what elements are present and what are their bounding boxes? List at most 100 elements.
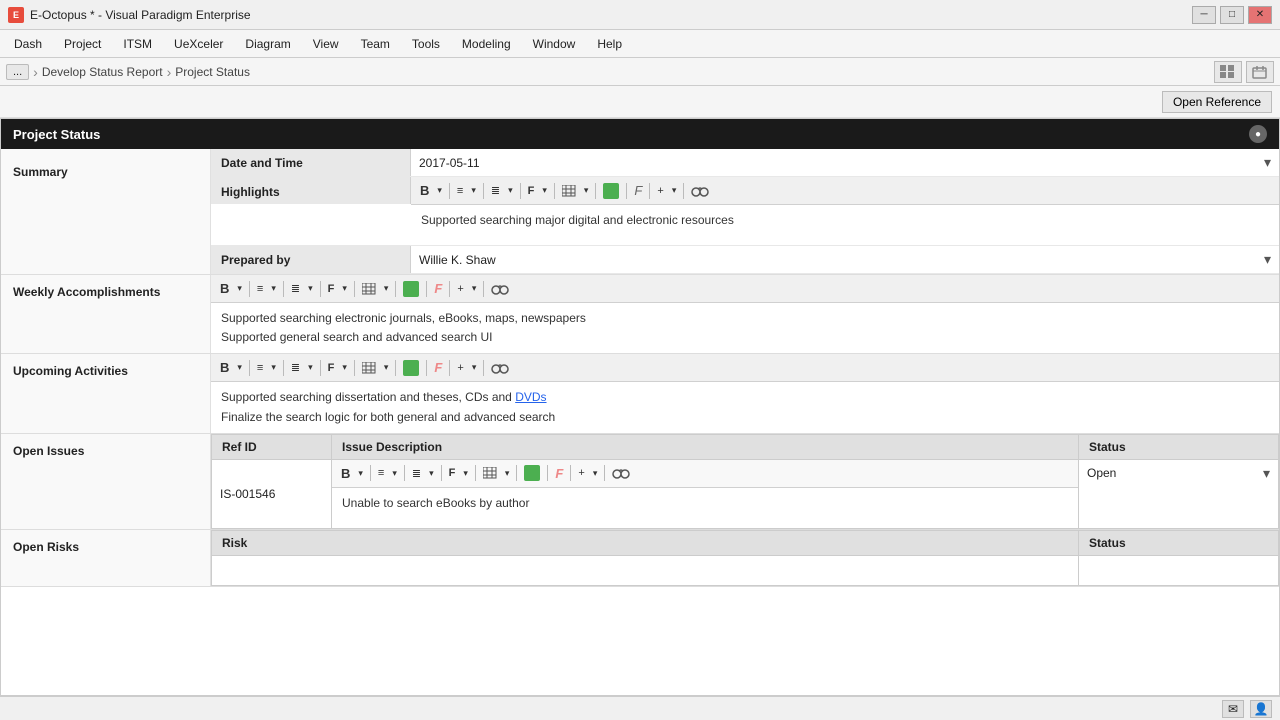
menu-team[interactable]: Team bbox=[351, 34, 400, 54]
wa-bold-arrow[interactable]: ▾ bbox=[234, 282, 245, 295]
font-arrow[interactable]: ▾ bbox=[539, 184, 550, 197]
menu-tools[interactable]: Tools bbox=[402, 34, 450, 54]
bold-arrow[interactable]: ▾ bbox=[434, 184, 445, 197]
table-arrow[interactable]: ▾ bbox=[581, 184, 592, 197]
issue-desc-body[interactable]: Unable to search eBooks by author bbox=[332, 488, 1078, 528]
iss-bold-arrow[interactable]: ▾ bbox=[355, 467, 366, 480]
grid-view-button[interactable] bbox=[1214, 61, 1242, 83]
ua-align-button[interactable]: ≡ bbox=[254, 361, 266, 375]
wa-binocs-button[interactable] bbox=[488, 281, 512, 297]
calendar-view-button[interactable] bbox=[1246, 61, 1274, 83]
minimize-button[interactable]: ─ bbox=[1192, 6, 1216, 24]
ua-bold-arrow[interactable]: ▾ bbox=[234, 361, 245, 374]
ua-italic-f-button[interactable]: F bbox=[431, 359, 445, 376]
menu-diagram[interactable]: Diagram bbox=[235, 34, 300, 54]
wa-table-arrow[interactable]: ▾ bbox=[381, 282, 392, 295]
iss-plus-arrow[interactable]: ▾ bbox=[590, 467, 601, 480]
menu-itsm[interactable]: ITSM bbox=[113, 34, 162, 54]
iss-green-button[interactable] bbox=[521, 464, 543, 482]
wa-align-button[interactable]: ≡ bbox=[254, 282, 266, 296]
menu-help[interactable]: Help bbox=[587, 34, 632, 54]
wa-bold-button[interactable]: B bbox=[217, 280, 232, 297]
ua-binocs-button[interactable] bbox=[488, 360, 512, 376]
wa-plus-button[interactable]: + bbox=[454, 282, 466, 296]
menu-uexceler[interactable]: UeXceler bbox=[164, 34, 233, 54]
wa-align-arrow[interactable]: ▾ bbox=[268, 282, 279, 295]
ua-font-button[interactable]: F bbox=[325, 361, 338, 375]
iss-table-button[interactable] bbox=[480, 466, 500, 480]
ua-sep5 bbox=[395, 360, 396, 376]
align-button[interactable]: ≡ bbox=[454, 184, 466, 198]
iss-plus-button[interactable]: + bbox=[575, 466, 587, 480]
section-settings-icon[interactable]: ● bbox=[1249, 125, 1267, 143]
ua-plus-arrow[interactable]: ▾ bbox=[469, 361, 480, 374]
ua-table-arrow[interactable]: ▾ bbox=[381, 361, 392, 374]
green-icon-button[interactable] bbox=[600, 182, 622, 200]
list-arrow[interactable]: ▾ bbox=[505, 184, 516, 197]
menu-project[interactable]: Project bbox=[54, 34, 111, 54]
issues-status-arrow[interactable]: ▾ bbox=[1263, 465, 1270, 482]
wa-green-button[interactable] bbox=[400, 280, 422, 298]
user-icon[interactable]: 👤 bbox=[1250, 700, 1272, 718]
iss-italic-f-button[interactable]: F bbox=[552, 465, 566, 482]
iss-binocs-button[interactable] bbox=[609, 465, 633, 481]
date-time-arrow[interactable]: ▾ bbox=[1264, 154, 1271, 171]
ua-green-button[interactable] bbox=[400, 359, 422, 377]
iss-align-arrow[interactable]: ▾ bbox=[389, 467, 400, 480]
plus-arrow[interactable]: ▾ bbox=[669, 184, 680, 197]
ua-plus-button[interactable]: + bbox=[454, 361, 466, 375]
iss-table-arrow[interactable]: ▾ bbox=[502, 467, 513, 480]
wa-plus-arrow[interactable]: ▾ bbox=[469, 282, 480, 295]
ua-list-arrow[interactable]: ▾ bbox=[305, 361, 316, 374]
breadcrumb-more-button[interactable]: ... bbox=[6, 64, 29, 80]
window-controls[interactable]: ─ □ ✕ bbox=[1192, 6, 1272, 24]
main-content[interactable]: Project Status ● Summary Date and Time 2… bbox=[0, 118, 1280, 696]
wa-sep4 bbox=[354, 281, 355, 297]
prepared-by-arrow[interactable]: ▾ bbox=[1264, 251, 1271, 268]
wa-list-button[interactable]: ≣ bbox=[288, 281, 303, 296]
close-button[interactable]: ✕ bbox=[1248, 6, 1272, 24]
wa-italic-f-button[interactable]: F bbox=[431, 280, 445, 297]
weekly-body[interactable]: Supported searching electronic journals,… bbox=[211, 303, 1279, 353]
maximize-button[interactable]: □ bbox=[1220, 6, 1244, 24]
upcoming-body[interactable]: Supported searching dissertation and the… bbox=[211, 382, 1279, 432]
dvds-link[interactable]: DVDs bbox=[515, 390, 546, 404]
breadcrumb-project-status[interactable]: Project Status bbox=[175, 65, 250, 79]
wa-list-arrow[interactable]: ▾ bbox=[305, 282, 316, 295]
wa-font-button[interactable]: F bbox=[325, 282, 338, 296]
list-button[interactable]: ≣ bbox=[488, 183, 503, 198]
wa-table-button[interactable] bbox=[359, 282, 379, 296]
ua-font-arrow[interactable]: ▾ bbox=[339, 361, 350, 374]
ua-align-arrow[interactable]: ▾ bbox=[268, 361, 279, 374]
highlights-body[interactable]: Supported searching major digital and el… bbox=[411, 205, 1279, 245]
prepared-by-value[interactable]: Willie K. Shaw ▾ bbox=[411, 246, 1279, 273]
date-time-value[interactable]: 2017-05-11 ▾ bbox=[411, 149, 1279, 176]
mail-icon[interactable]: ✉ bbox=[1222, 700, 1244, 718]
iss-align-button[interactable]: ≡ bbox=[375, 466, 387, 480]
menu-dash[interactable]: Dash bbox=[4, 34, 52, 54]
binocs-button[interactable] bbox=[688, 183, 712, 199]
iss-list-button[interactable]: ≣ bbox=[409, 466, 424, 481]
ua-table-button[interactable] bbox=[359, 361, 379, 375]
font-button[interactable]: F bbox=[525, 184, 538, 198]
menu-modeling[interactable]: Modeling bbox=[452, 34, 521, 54]
highlights-text: Supported searching major digital and el… bbox=[421, 211, 1269, 230]
iss-font-arrow[interactable]: ▾ bbox=[460, 467, 471, 480]
menu-view[interactable]: View bbox=[303, 34, 349, 54]
plus-button[interactable]: + bbox=[654, 184, 666, 198]
iss-list-arrow[interactable]: ▾ bbox=[426, 467, 437, 480]
main-area: Project Status ● Summary Date and Time 2… bbox=[0, 118, 1280, 696]
ua-list-button[interactable]: ≣ bbox=[288, 360, 303, 375]
iss-bold-button[interactable]: B bbox=[338, 465, 353, 482]
open-reference-button[interactable]: Open Reference bbox=[1162, 91, 1272, 113]
breadcrumb-develop-status[interactable]: Develop Status Report bbox=[42, 65, 163, 79]
iss-font-button[interactable]: F bbox=[446, 466, 459, 480]
wa-font-arrow[interactable]: ▾ bbox=[339, 282, 350, 295]
align-arrow[interactable]: ▾ bbox=[468, 184, 479, 197]
table-button[interactable] bbox=[559, 184, 579, 198]
bold-button[interactable]: B bbox=[417, 182, 432, 199]
risks-header-row: Risk Status bbox=[212, 530, 1279, 555]
menu-window[interactable]: Window bbox=[523, 34, 586, 54]
ua-bold-button[interactable]: B bbox=[217, 359, 232, 376]
italic-f-button[interactable]: F bbox=[631, 182, 645, 199]
